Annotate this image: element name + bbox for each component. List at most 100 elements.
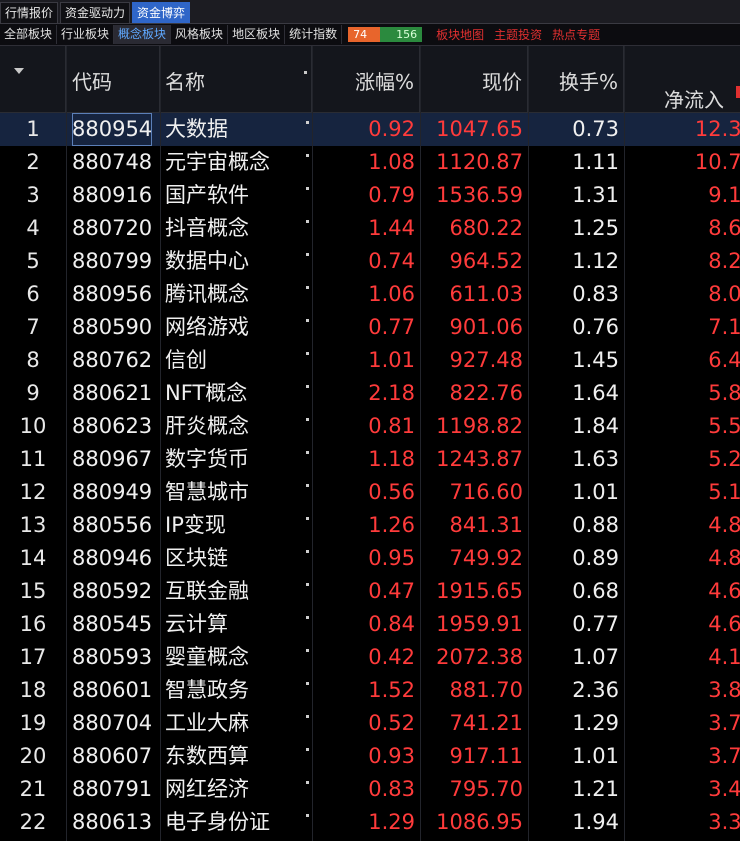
current-price: 741.21 <box>449 711 523 735</box>
header-code[interactable]: 代码 <box>66 46 160 112</box>
column-divider <box>528 46 529 841</box>
table-row[interactable]: 1 880954 大数据 0.92 1047.65 0.73 12.36亿 <box>0 113 740 146</box>
feature-link-3[interactable]: 热点专题 <box>552 26 600 43</box>
sector-code: 880556 <box>72 513 153 537</box>
table-row[interactable]: 16 880545 云计算 0.84 1959.91 0.77 4.60亿 <box>0 608 740 641</box>
table-row[interactable]: 4 880720 抖音概念 1.44 680.22 1.25 8.60亿 <box>0 212 740 245</box>
sector-code: 880621 <box>72 381 153 405</box>
row-marker-icon <box>306 220 309 223</box>
top-tab-bar: 行情报价 资金驱动力 资金博弈 <box>0 0 740 24</box>
sector-tab-6[interactable]: 统计指数 <box>285 25 343 44</box>
advancers-count: 74 <box>348 27 381 42</box>
table-row[interactable]: 7 880590 网络游戏 0.77 901.06 0.76 7.15亿 <box>0 311 740 344</box>
row-index: 4 <box>26 216 40 240</box>
table-row[interactable]: 21 880791 网红经济 0.83 795.70 1.21 3.42亿 <box>0 773 740 806</box>
top-tab-1[interactable]: 行情报价 <box>0 2 59 23</box>
sector-name: 网络游戏 <box>165 315 249 339</box>
row-marker-icon <box>306 352 309 355</box>
table-row[interactable]: 15 880592 互联金融 0.47 1915.65 0.68 4.65亿 <box>0 575 740 608</box>
table-row[interactable]: 5 880799 数据中心 0.74 964.52 1.12 8.24亿 <box>0 245 740 278</box>
change-percent: 0.47 <box>368 579 415 603</box>
row-marker-icon <box>306 748 309 751</box>
decliners-count: 156 <box>380 27 423 42</box>
current-price: 1047.65 <box>436 117 523 141</box>
sector-name: 腾讯概念 <box>165 282 249 306</box>
change-percent: 0.93 <box>368 744 415 768</box>
net-inflow: 8.60亿 <box>708 216 740 240</box>
sector-tab-3[interactable]: 概念板块 <box>114 25 172 44</box>
row-marker-icon <box>306 319 309 322</box>
sector-tab-2[interactable]: 行业板块 <box>57 25 115 44</box>
table-row[interactable]: 8 880762 信创 1.01 927.48 1.45 6.41亿 <box>0 344 740 377</box>
table-row[interactable]: 19 880704 工业大麻 0.52 741.21 1.29 3.79亿 <box>0 707 740 740</box>
sort-toggle[interactable] <box>0 46 66 112</box>
turnover-percent: 1.29 <box>572 711 619 735</box>
top-tab-2[interactable]: 资金驱动力 <box>60 2 131 23</box>
table-row[interactable]: 9 880621 NFT概念 2.18 822.76 1.64 5.83亿 <box>0 377 740 410</box>
turnover-percent: 1.21 <box>572 777 619 801</box>
top-tab-3[interactable]: 资金博弈 <box>132 2 191 23</box>
sector-code: 880720 <box>72 216 153 240</box>
turnover-percent: 1.63 <box>572 447 619 471</box>
header-price-label: 现价 <box>482 70 522 94</box>
table-row[interactable]: 10 880623 肝炎概念 0.81 1198.82 1.84 5.54亿 <box>0 410 740 443</box>
row-index: 22 <box>19 810 47 834</box>
row-index: 1 <box>26 117 40 141</box>
table-row[interactable]: 14 880946 区块链 0.95 749.92 0.89 4.82亿 <box>0 542 740 575</box>
header-turnover[interactable]: 换手% <box>528 46 624 112</box>
table-row[interactable]: 22 880613 电子身份证 1.29 1086.95 1.94 3.30亿 <box>0 806 740 839</box>
current-price: 1086.95 <box>436 810 523 834</box>
sector-code: 880748 <box>72 150 153 174</box>
header-price[interactable]: 现价 <box>420 46 528 112</box>
header-net-inflow[interactable]: 净流入 <box>624 46 740 112</box>
current-price: 917.11 <box>449 744 523 768</box>
current-price: 822.76 <box>449 381 523 405</box>
row-index: 12 <box>19 480 47 504</box>
change-percent: 0.74 <box>368 249 415 273</box>
table-row[interactable]: 6 880956 腾讯概念 1.06 611.03 0.83 8.01亿 <box>0 278 740 311</box>
change-percent: 1.26 <box>368 513 415 537</box>
table-row[interactable]: 20 880607 东数西算 0.93 917.11 1.01 3.71亿 <box>0 740 740 773</box>
row-index: 10 <box>19 414 47 438</box>
column-divider <box>624 46 625 841</box>
current-price: 1120.87 <box>436 150 523 174</box>
current-price: 1915.65 <box>436 579 523 603</box>
sector-tab-5[interactable]: 地区板块 <box>228 25 286 44</box>
row-index: 6 <box>26 282 40 306</box>
feature-link-2[interactable]: 主题投资 <box>494 26 542 43</box>
table-row[interactable]: 11 880967 数字货币 1.18 1243.87 1.63 5.24亿 <box>0 443 740 476</box>
turnover-percent: 0.83 <box>572 282 619 306</box>
feature-link-1[interactable]: 板块地图 <box>436 26 484 43</box>
sector-tab-4[interactable]: 风格板块 <box>171 25 229 44</box>
row-index: 16 <box>19 612 47 636</box>
sector-code: 880954 <box>72 113 153 146</box>
sector-code: 880613 <box>72 810 153 834</box>
table-row[interactable]: 18 880601 智慧政务 1.52 881.70 2.36 3.85亿 <box>0 674 740 707</box>
current-price: 1536.59 <box>436 183 523 207</box>
sector-code: 880590 <box>72 315 153 339</box>
column-menu-icon <box>304 71 307 74</box>
header-name[interactable]: 名称 <box>160 46 312 112</box>
row-marker-icon <box>306 418 309 421</box>
net-inflow: 6.41亿 <box>708 348 740 372</box>
row-index: 20 <box>19 744 47 768</box>
sector-code: 880601 <box>72 678 153 702</box>
sector-name: 肝炎概念 <box>165 414 249 438</box>
table-row[interactable]: 3 880916 国产软件 0.79 1536.59 1.31 9.10亿 <box>0 179 740 212</box>
market-breadth-bar: 74 156 <box>348 27 423 42</box>
column-divider <box>312 46 313 841</box>
table-row[interactable]: 2 880748 元宇宙概念 1.08 1120.87 1.11 10.77亿 <box>0 146 740 179</box>
net-inflow: 4.82亿 <box>708 513 740 537</box>
table-row[interactable]: 13 880556 IP变现 1.26 841.31 0.88 4.82亿 <box>0 509 740 542</box>
header-change[interactable]: 涨幅% <box>312 46 420 112</box>
table-row[interactable]: 12 880949 智慧城市 0.56 716.60 1.01 5.13亿 <box>0 476 740 509</box>
header-net-inflow-label: 净流入 <box>664 88 724 112</box>
row-marker-icon <box>306 121 309 124</box>
change-percent: 0.77 <box>368 315 415 339</box>
sector-tab-1[interactable]: 全部板块 <box>0 25 58 44</box>
row-index: 2 <box>26 150 40 174</box>
table-row[interactable]: 17 880593 婴童概念 0.42 2072.38 1.07 4.10亿 <box>0 641 740 674</box>
turnover-percent: 0.76 <box>572 315 619 339</box>
sector-name: 婴童概念 <box>165 645 249 669</box>
current-price: 927.48 <box>449 348 523 372</box>
